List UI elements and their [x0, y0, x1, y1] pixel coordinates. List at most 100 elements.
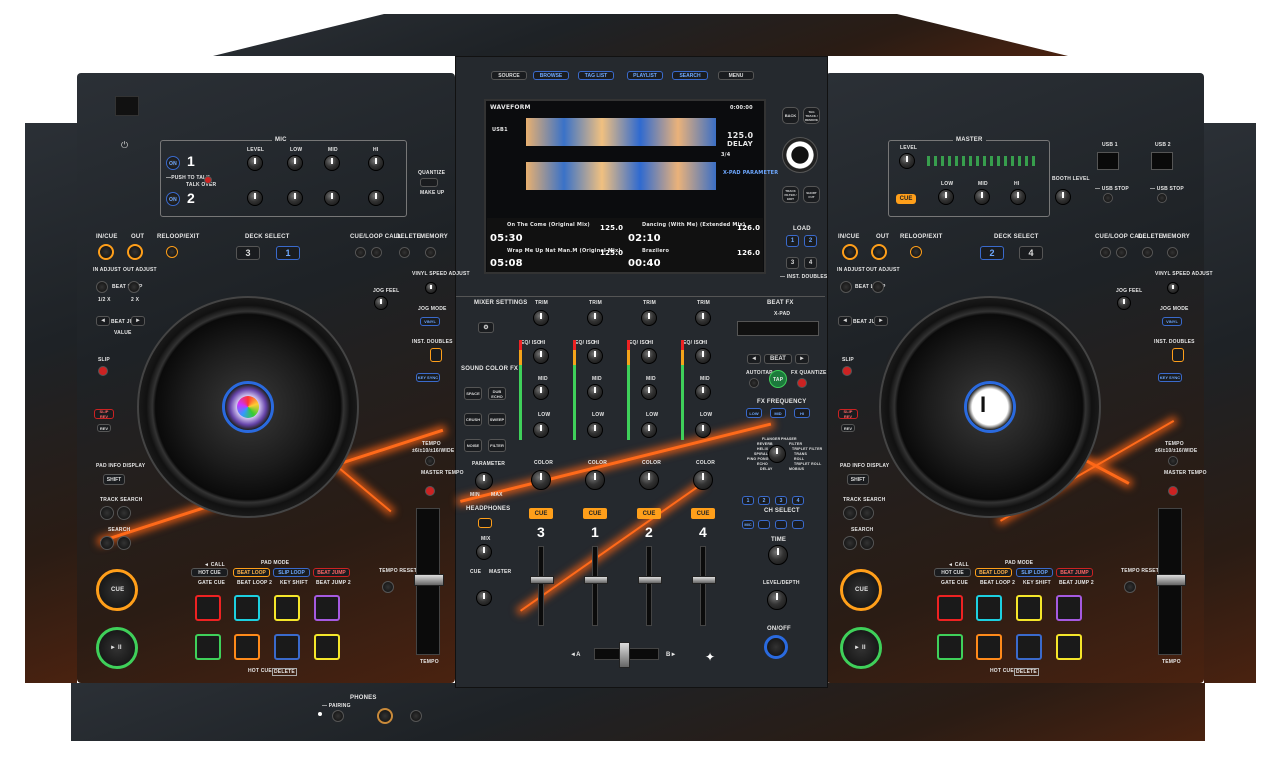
beat-loop-mode-button[interactable]: BEAT LOOP [233, 568, 270, 577]
deck-3-button[interactable]: 3 [236, 246, 260, 260]
mic1-hi-knob[interactable] [368, 155, 384, 171]
r-track-search-next-button[interactable] [860, 506, 874, 520]
headphones-level-knob[interactable] [476, 590, 492, 606]
r-cue-loop-prev-button[interactable] [1100, 247, 1111, 258]
ch-select-2-button[interactable]: 2 [758, 496, 770, 505]
screen-search-button[interactable]: SEARCH [672, 71, 708, 80]
r-performance-pad[interactable] [1016, 634, 1042, 660]
fx-space-button[interactable]: SPACE [464, 387, 482, 400]
fx-sweep-button[interactable]: SWEEP [488, 413, 506, 426]
eq-hi-knob[interactable] [695, 348, 711, 364]
slip-rev-button[interactable]: SLIP REV [94, 409, 114, 419]
r-hot-cue-mode-button[interactable]: HOT CUE [934, 568, 971, 577]
r-beat-jump-forward-button[interactable]: ► [874, 316, 888, 326]
r-shift-button[interactable]: SHIFT [847, 474, 869, 485]
x-pad-touch-strip[interactable] [737, 321, 819, 336]
performance-pad[interactable] [274, 634, 300, 660]
ch-select-mic-button[interactable]: MIC [742, 520, 754, 529]
master-mid-knob[interactable] [974, 189, 990, 205]
beat-next-button[interactable]: ► [795, 354, 809, 364]
r-beat-jump-mode-button[interactable]: BEAT JUMP [1056, 568, 1093, 577]
screen-tag-list-button[interactable]: TAG LIST [578, 71, 614, 80]
tempo-slider-cap[interactable] [414, 574, 444, 586]
r-performance-pad[interactable] [976, 634, 1002, 660]
in-cue-button[interactable] [98, 244, 114, 260]
beat-loop-double-button[interactable] [128, 281, 140, 293]
auto-tap-button[interactable] [749, 378, 759, 388]
performance-pad[interactable] [195, 595, 221, 621]
hot-cue-mode-button[interactable]: HOT CUE [191, 568, 228, 577]
performance-pad[interactable] [234, 634, 260, 660]
beat-jump-mode-button[interactable]: BEAT JUMP [313, 568, 350, 577]
r-delete-button[interactable] [1142, 247, 1153, 258]
eq-mid-knob[interactable] [533, 384, 549, 400]
track-search-prev-button[interactable] [100, 506, 114, 520]
r-jog-feel-knob[interactable] [1117, 296, 1131, 310]
crossfader-cap[interactable] [619, 642, 630, 668]
fx-freq-low-button[interactable]: LOW [746, 408, 762, 418]
back-button[interactable]: BACK [782, 107, 799, 124]
color-knob[interactable] [585, 470, 605, 490]
headphones-link-cue-button[interactable] [478, 518, 492, 528]
parameter-knob[interactable] [475, 472, 493, 490]
master-low-knob[interactable] [938, 189, 954, 205]
r-slip-rev-button[interactable]: SLIP REV [838, 409, 858, 419]
slip-loop-mode-button[interactable]: SLIP LOOP [273, 568, 310, 577]
talk-over-button[interactable] [204, 176, 212, 184]
channel-fader[interactable] [700, 546, 706, 626]
eq-low-knob[interactable] [587, 422, 603, 438]
r-rev-button[interactable]: REV [841, 424, 855, 432]
channel-fader-cap[interactable] [692, 576, 716, 584]
eq-hi-knob[interactable] [587, 348, 603, 364]
r-performance-pad[interactable] [1056, 634, 1082, 660]
r-search-back-button[interactable] [843, 536, 857, 550]
beat-loop-half-button[interactable] [96, 281, 108, 293]
channel-cue-button[interactable]: CUE [691, 508, 715, 519]
load-3-button[interactable]: 3 [786, 257, 799, 269]
mic2-level-knob[interactable] [247, 190, 263, 206]
mic2-mid-knob[interactable] [324, 190, 340, 206]
r-inst-doubles-button[interactable] [1172, 348, 1184, 362]
ch-select-1-button[interactable]: 1 [742, 496, 754, 505]
r-search-forward-button[interactable] [860, 536, 874, 550]
color-knob[interactable] [531, 470, 551, 490]
r-vinyl-button[interactable]: VINYL [1162, 317, 1182, 326]
channel-cue-button[interactable]: CUE [637, 508, 661, 519]
level-depth-knob[interactable] [767, 590, 787, 610]
phones-jack-large[interactable] [377, 708, 393, 724]
screen-browse-button[interactable]: BROWSE [533, 71, 569, 80]
r-slip-button[interactable] [842, 366, 852, 376]
r-beat-jump-back-button[interactable]: ◄ [838, 316, 852, 326]
color-knob[interactable] [639, 470, 659, 490]
r-vinyl-speed-knob[interactable] [1167, 282, 1179, 294]
rev-button[interactable]: REV [97, 424, 111, 432]
pairing-button[interactable] [332, 710, 344, 722]
r-beat-loop-half-button[interactable] [840, 281, 852, 293]
eq-mid-knob[interactable] [695, 384, 711, 400]
fx-freq-hi-button[interactable]: HI [794, 408, 810, 418]
performance-pad[interactable] [234, 595, 260, 621]
ch-select-master-button[interactable] [758, 520, 770, 529]
inst-doubles-button[interactable] [430, 348, 442, 362]
r-out-button[interactable] [871, 244, 887, 260]
trim-knob[interactable] [695, 310, 711, 326]
channel-fader[interactable] [538, 546, 544, 626]
beat-prev-button[interactable]: ◄ [747, 354, 761, 364]
r-master-tempo-button[interactable] [1168, 486, 1178, 496]
r-tempo-reset-button[interactable] [1124, 581, 1136, 593]
mixer-settings-button[interactable]: ⚙ [478, 322, 494, 333]
tempo-reset-button[interactable] [382, 581, 394, 593]
r-performance-pad[interactable] [976, 595, 1002, 621]
channel-cue-button[interactable]: CUE [583, 508, 607, 519]
ch-select-xf-a-button[interactable] [775, 520, 787, 529]
performance-pad[interactable] [314, 634, 340, 660]
mic2-low-knob[interactable] [287, 190, 303, 206]
deck-4-button[interactable]: 4 [1019, 246, 1043, 260]
performance-pad[interactable] [195, 634, 221, 660]
usb1-port[interactable] [1097, 152, 1119, 170]
track-search-next-button[interactable] [117, 506, 131, 520]
fx-dub-echo-button[interactable]: DUB ECHO [488, 387, 506, 400]
r-memory-button[interactable] [1167, 247, 1178, 258]
channel-cue-button[interactable]: CUE [529, 508, 553, 519]
ch-select-3-button[interactable]: 3 [775, 496, 787, 505]
